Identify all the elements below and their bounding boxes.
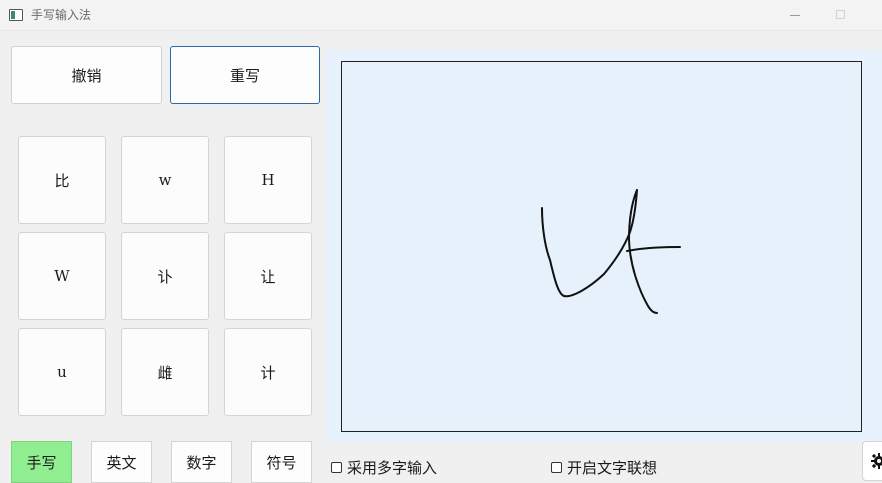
rewrite-button[interactable]: 重写	[170, 46, 320, 104]
handwriting-strokes	[541, 189, 681, 314]
association-option[interactable]: 开启文字联想	[551, 457, 657, 477]
handwriting-canvas[interactable]	[341, 61, 862, 432]
title-bar[interactable]: 手写输入法	[0, 0, 882, 31]
multi-char-label: 采用多字输入	[347, 458, 438, 477]
minimize-button[interactable]	[772, 0, 818, 30]
candidate-4[interactable]: W	[18, 232, 106, 320]
candidate-7[interactable]: u	[18, 328, 106, 416]
multi-char-checkbox[interactable]	[331, 461, 342, 473]
mode-number-button[interactable]: 数字	[171, 441, 232, 483]
stroke-2	[628, 189, 658, 314]
candidate-2[interactable]: w	[121, 136, 209, 224]
mode-handwriting-button[interactable]: 手写	[11, 441, 72, 483]
mode-symbol-button[interactable]: 符号	[251, 441, 312, 483]
gear-icon	[871, 453, 882, 469]
close-button[interactable]	[864, 0, 882, 30]
candidate-6[interactable]: 让	[224, 232, 312, 320]
undo-button[interactable]: 撤销	[11, 46, 162, 104]
handwriting-ime-window: 手写输入法 撤销 重写 比 w H W 讣 让 u 雌 计 手写 英文 数字 符…	[0, 0, 882, 483]
stroke-1	[541, 189, 638, 298]
candidate-5[interactable]: 讣	[121, 232, 209, 320]
candidate-3[interactable]: H	[224, 136, 312, 224]
stroke-3	[626, 246, 681, 252]
candidate-9[interactable]: 计	[224, 328, 312, 416]
association-checkbox[interactable]	[551, 461, 562, 473]
candidate-1[interactable]: 比	[18, 136, 106, 224]
multi-char-option[interactable]: 采用多字输入	[331, 457, 437, 477]
mode-english-button[interactable]: 英文	[91, 441, 152, 483]
settings-button[interactable]	[862, 441, 882, 481]
candidate-8[interactable]: 雌	[121, 328, 209, 416]
app-icon	[9, 9, 23, 21]
association-label: 开启文字联想	[567, 458, 658, 477]
maximize-button[interactable]	[818, 0, 864, 30]
window-title: 手写输入法	[31, 8, 92, 22]
